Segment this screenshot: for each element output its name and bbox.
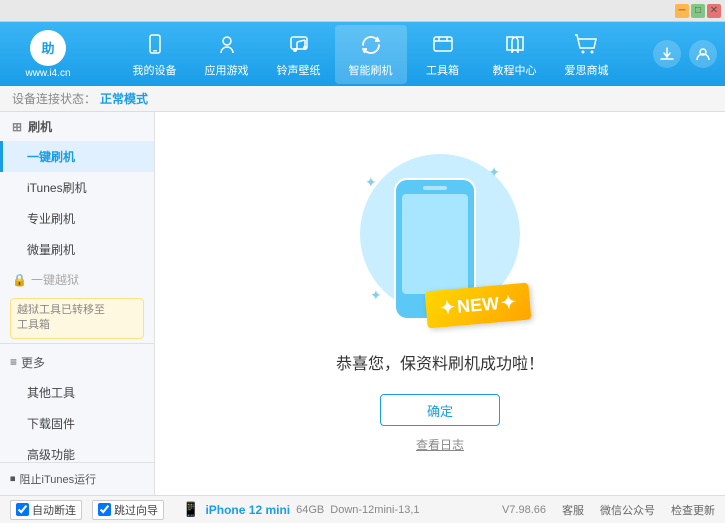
nav-label-ringtone: 铃声壁纸 [277, 62, 321, 78]
success-area: ✦ ✦ ✦ ✦ NEW ✦ [336, 154, 544, 453]
nav-label-tools: 工具箱 [426, 62, 459, 78]
itunes-stop-button[interactable]: ⏹ 阻止iTunes运行 [0, 467, 154, 491]
nav-items: 我的设备 应用游戏 [98, 25, 643, 84]
logo[interactable]: 助 www.i4.cn [8, 30, 88, 79]
nav-label-store: 爱思商城 [565, 62, 609, 78]
minimize-button[interactable]: ─ [675, 4, 689, 18]
nav-item-tutorial[interactable]: 教程中心 [479, 25, 551, 84]
sidebar: ⊞ 刷机 一键刷机 iTunes刷机 专业刷机 微量刷机 🔒 一键越狱 越狱工具… [0, 112, 155, 495]
customer-service-link[interactable]: 客服 [562, 502, 584, 518]
nav-label-my-device: 我的设备 [133, 62, 177, 78]
flash-section-icon: ⊞ [12, 120, 22, 134]
sidebar-item-itunes-flash[interactable]: iTunes刷机 [0, 172, 154, 203]
nav-item-my-device[interactable]: 我的设备 [119, 25, 191, 84]
auto-disconnect-checkbox[interactable]: 自动断连 [10, 500, 82, 520]
version-text: V7.98.66 [502, 504, 546, 516]
nav-label-apps: 应用游戏 [205, 62, 249, 78]
close-button[interactable]: ✕ [707, 4, 721, 18]
title-bar: ─ □ ✕ [0, 0, 725, 22]
new-badge: ✦ NEW ✦ [424, 283, 531, 329]
sparkle-1: ✦ [365, 174, 377, 191]
sidebar-divider-1 [0, 343, 154, 344]
itunes-stop-label: 阻止iTunes运行 [20, 471, 97, 487]
device-info: 📱 iPhone 12 mini 64GB Down-12mini-13,1 [182, 501, 420, 518]
sidebar-section-flash-label: 刷机 [28, 118, 52, 135]
auto-disconnect-label: 自动断连 [32, 502, 76, 518]
statusbar-label: 设备连接状态： [12, 90, 96, 107]
itunes-stop-icon: ⏹ [10, 473, 16, 486]
device-system: Down-12mini-13,1 [330, 504, 419, 516]
sidebar-section-flash: ⊞ 刷机 [0, 112, 154, 141]
statusbar-value: 正常模式 [100, 90, 148, 107]
music-icon [285, 31, 313, 59]
sparkle-3: ✦ [370, 287, 382, 304]
sidebar-item-other-tools[interactable]: 其他工具 [0, 377, 154, 408]
nav-item-ringtone[interactable]: 铃声壁纸 [263, 25, 335, 84]
sidebar-item-micro-flash[interactable]: 微量刷机 [0, 234, 154, 265]
sidebar-note-jailbreak: 越狱工具已转移至工具箱 [10, 298, 144, 339]
nav-item-smart-flash[interactable]: 智能刷机 [335, 25, 407, 84]
bottombar-left: 自动断连 跳过向导 📱 iPhone 12 mini 64GB Down-12m… [10, 500, 420, 520]
success-text: 恭喜您，保资料刷机成功啦！ [336, 350, 544, 374]
logo-icon: 助 [30, 30, 66, 66]
sidebar-item-one-click-flash[interactable]: 一键刷机 [0, 141, 154, 172]
lock-icon: 🔒 [12, 273, 27, 287]
device-name: iPhone 12 mini [205, 503, 290, 517]
skip-wizard-checkbox[interactable]: 跳过向导 [92, 500, 164, 520]
main-layout: ⊞ 刷机 一键刷机 iTunes刷机 专业刷机 微量刷机 🔒 一键越狱 越狱工具… [0, 112, 725, 495]
phone-icon [141, 31, 169, 59]
shop-icon [573, 31, 601, 59]
refresh-icon [357, 31, 385, 59]
more-section-icon: ≡ [10, 355, 17, 369]
nav-item-store[interactable]: 爱思商城 [551, 25, 623, 84]
daily-link[interactable]: 查看日志 [416, 436, 464, 453]
statusbar: 设备连接状态： 正常模式 [0, 86, 725, 112]
apps-icon [213, 31, 241, 59]
sidebar-more-title: ≡ 更多 [0, 348, 154, 377]
tools-icon [429, 31, 457, 59]
user-button[interactable] [689, 40, 717, 68]
sidebar-item-jailbreak-label: 一键越狱 [31, 271, 79, 288]
bottombar-right: V7.98.66 客服 微信公众号 检查更新 [502, 502, 715, 518]
main-content: ✦ ✦ ✦ ✦ NEW ✦ [155, 112, 725, 495]
download-button[interactable] [653, 40, 681, 68]
nav-item-tools[interactable]: 工具箱 [407, 25, 479, 84]
itunes-bar: ⏹ 阻止iTunes运行 [0, 462, 155, 495]
nav-label-tutorial: 教程中心 [493, 62, 537, 78]
auto-disconnect-input[interactable] [16, 503, 29, 516]
sidebar-item-jailbreak-disabled: 🔒 一键越狱 [0, 265, 154, 294]
confirm-button[interactable]: 确定 [380, 394, 500, 426]
nav-item-apps[interactable]: 应用游戏 [191, 25, 263, 84]
device-phone-icon: 📱 [182, 501, 199, 518]
phone-illustration: ✦ ✦ ✦ ✦ NEW ✦ [350, 154, 530, 334]
bottombar: 自动断连 跳过向导 📱 iPhone 12 mini 64GB Down-12m… [0, 495, 725, 523]
sidebar-more-label: 更多 [21, 354, 45, 371]
sidebar-item-pro-flash[interactable]: 专业刷机 [0, 203, 154, 234]
logo-url: www.i4.cn [25, 68, 70, 79]
new-badge-text: NEW [456, 293, 500, 318]
check-update-link[interactable]: 检查更新 [671, 502, 715, 518]
skip-wizard-input[interactable] [98, 503, 111, 516]
book-icon [501, 31, 529, 59]
topbar: 助 www.i4.cn 我的设备 应用游戏 [0, 22, 725, 86]
maximize-button[interactable]: □ [691, 4, 705, 18]
sparkle-2: ✦ [488, 164, 500, 181]
nav-right-buttons [653, 40, 717, 68]
skip-wizard-label: 跳过向导 [114, 502, 158, 518]
sidebar-item-download-fw[interactable]: 下载固件 [0, 408, 154, 439]
nav-label-smart-flash: 智能刷机 [349, 62, 393, 78]
device-storage: 64GB [296, 504, 324, 516]
confirm-button-label: 确定 [427, 401, 453, 420]
wechat-link[interactable]: 微信公众号 [600, 502, 655, 518]
